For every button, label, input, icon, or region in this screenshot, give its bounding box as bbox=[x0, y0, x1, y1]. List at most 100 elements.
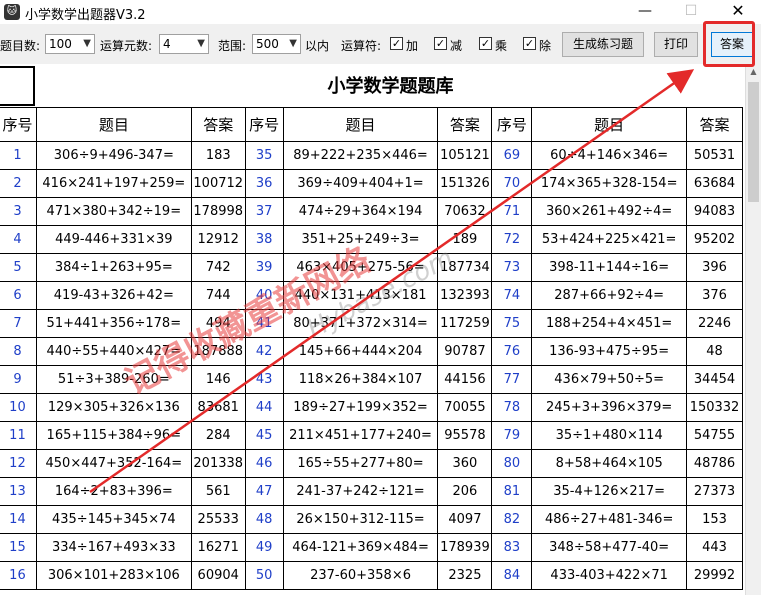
seq-cell[interactable]: 12 bbox=[0, 449, 37, 478]
answer-cell[interactable]: 27373 bbox=[686, 477, 743, 506]
seq-cell[interactable]: 15 bbox=[0, 533, 37, 562]
operands-select[interactable]: 4 ▼ bbox=[159, 34, 209, 54]
problem-cell[interactable]: 398-11+144÷16= bbox=[531, 253, 688, 282]
problem-cell[interactable]: 306×101+283×106 bbox=[35, 561, 192, 590]
seq-cell[interactable]: 76 bbox=[491, 337, 533, 366]
seq-cell[interactable]: 69 bbox=[491, 141, 533, 170]
answer-cell[interactable]: 60904 bbox=[190, 561, 246, 590]
problem-cell[interactable]: 287+66+92÷4= bbox=[531, 281, 688, 310]
answer-cell[interactable]: 494 bbox=[190, 309, 246, 338]
answer-cell[interactable]: 187734 bbox=[437, 253, 493, 282]
seq-cell[interactable]: 4 bbox=[0, 225, 37, 254]
answer-cell[interactable]: 29992 bbox=[686, 561, 743, 590]
seq-cell[interactable]: 73 bbox=[491, 253, 533, 282]
checkbox-subtract[interactable]: ✓ bbox=[434, 37, 447, 50]
answer-cell[interactable]: 2246 bbox=[686, 309, 743, 338]
seq-cell[interactable]: 8 bbox=[0, 337, 37, 366]
question-count-select[interactable]: 100 ▼ bbox=[45, 34, 95, 54]
seq-cell[interactable]: 3 bbox=[0, 197, 37, 226]
seq-cell[interactable]: 35 bbox=[244, 141, 284, 170]
answer-cell[interactable]: 25533 bbox=[190, 505, 246, 534]
seq-cell[interactable]: 47 bbox=[244, 477, 284, 506]
vertical-scrollbar[interactable]: ▲ bbox=[745, 64, 761, 595]
seq-cell[interactable]: 14 bbox=[0, 505, 37, 534]
seq-cell[interactable]: 42 bbox=[244, 337, 284, 366]
answer-cell[interactable]: 94083 bbox=[686, 197, 743, 226]
problem-cell[interactable]: 245+3+396×379= bbox=[531, 393, 688, 422]
seq-cell[interactable]: 43 bbox=[244, 365, 284, 394]
answer-cell[interactable]: 48 bbox=[686, 337, 743, 366]
answer-cell[interactable]: 183 bbox=[190, 141, 246, 170]
answer-cell[interactable]: 50531 bbox=[686, 141, 743, 170]
seq-cell[interactable]: 40 bbox=[244, 281, 284, 310]
seq-cell[interactable]: 6 bbox=[0, 281, 37, 310]
seq-cell[interactable]: 49 bbox=[244, 533, 284, 562]
answer-cell[interactable]: 12912 bbox=[190, 225, 246, 254]
seq-cell[interactable]: 70 bbox=[491, 169, 533, 198]
answer-cell[interactable]: 16271 bbox=[190, 533, 246, 562]
problem-cell[interactable]: 26×150+312-115= bbox=[282, 505, 439, 534]
answer-cell[interactable]: 63684 bbox=[686, 169, 743, 198]
answer-cell[interactable]: 561 bbox=[190, 477, 246, 506]
seq-cell[interactable]: 37 bbox=[244, 197, 284, 226]
answer-cell[interactable]: 44156 bbox=[437, 365, 493, 394]
answer-cell[interactable]: 443 bbox=[686, 533, 743, 562]
problem-cell[interactable]: 419-43+326+42= bbox=[35, 281, 192, 310]
problem-cell[interactable]: 211×451+177+240= bbox=[282, 421, 439, 450]
answer-cell[interactable]: 34454 bbox=[686, 365, 743, 394]
answer-cell[interactable]: 151326 bbox=[437, 169, 493, 198]
problem-cell[interactable]: 360×261+492÷4= bbox=[531, 197, 688, 226]
problem-cell[interactable]: 351+25+249÷3= bbox=[282, 225, 439, 254]
problem-cell[interactable]: 463×405+275-56= bbox=[282, 253, 439, 282]
seq-cell[interactable]: 45 bbox=[244, 421, 284, 450]
answer-cell[interactable]: 150332 bbox=[686, 393, 743, 422]
problem-cell[interactable]: 188+254+4×451= bbox=[531, 309, 688, 338]
seq-cell[interactable]: 80 bbox=[491, 449, 533, 478]
problem-cell[interactable]: 89+222+235×446= bbox=[282, 141, 439, 170]
problem-cell[interactable]: 136-93+475÷95= bbox=[531, 337, 688, 366]
answer-cell[interactable]: 742 bbox=[190, 253, 246, 282]
seq-cell[interactable]: 78 bbox=[491, 393, 533, 422]
answer-cell[interactable]: 360 bbox=[437, 449, 493, 478]
problem-cell[interactable]: 436×79+50÷5= bbox=[531, 365, 688, 394]
problem-cell[interactable]: 450×447+352-164= bbox=[35, 449, 192, 478]
seq-cell[interactable]: 44 bbox=[244, 393, 284, 422]
answer-cell[interactable]: 54755 bbox=[686, 421, 743, 450]
answer-cell[interactable]: 48786 bbox=[686, 449, 743, 478]
answer-cell[interactable]: 4097 bbox=[437, 505, 493, 534]
answer-cell[interactable]: 206 bbox=[437, 477, 493, 506]
answer-cell[interactable]: 117259 bbox=[437, 309, 493, 338]
seq-cell[interactable]: 11 bbox=[0, 421, 37, 450]
checkbox-multiply[interactable]: ✓ bbox=[479, 37, 492, 50]
problem-cell[interactable]: 464-121+369×484= bbox=[282, 533, 439, 562]
seq-cell[interactable]: 38 bbox=[244, 225, 284, 254]
seq-cell[interactable]: 41 bbox=[244, 309, 284, 338]
answer-cell[interactable]: 284 bbox=[190, 421, 246, 450]
seq-cell[interactable]: 1 bbox=[0, 141, 37, 170]
answer-cell[interactable]: 201338 bbox=[190, 449, 246, 478]
answer-cell[interactable]: 189 bbox=[437, 225, 493, 254]
seq-cell[interactable]: 50 bbox=[244, 561, 284, 590]
checkbox-divide[interactable]: ✓ bbox=[523, 37, 536, 50]
answer-cell[interactable]: 146 bbox=[190, 365, 246, 394]
seq-cell[interactable]: 48 bbox=[244, 505, 284, 534]
answer-cell[interactable]: 153 bbox=[686, 505, 743, 534]
seq-cell[interactable]: 2 bbox=[0, 169, 37, 198]
answer-cell[interactable]: 178939 bbox=[437, 533, 493, 562]
problem-cell[interactable]: 471×380+342÷19= bbox=[35, 197, 192, 226]
answer-cell[interactable]: 100712 bbox=[190, 169, 246, 198]
answer-cell[interactable]: 396 bbox=[686, 253, 743, 282]
answer-cell[interactable]: 83681 bbox=[190, 393, 246, 422]
seq-cell[interactable]: 71 bbox=[491, 197, 533, 226]
problem-cell[interactable]: 306÷9+496-347= bbox=[35, 141, 192, 170]
problem-cell[interactable]: 433-403+422×71 bbox=[531, 561, 688, 590]
problem-cell[interactable]: 8+58+464×105 bbox=[531, 449, 688, 478]
seq-cell[interactable]: 75 bbox=[491, 309, 533, 338]
problem-cell[interactable]: 440×131+413×181 bbox=[282, 281, 439, 310]
problem-cell[interactable]: 334÷167+493×33 bbox=[35, 533, 192, 562]
problem-cell[interactable]: 165+115+384÷96= bbox=[35, 421, 192, 450]
seq-cell[interactable]: 7 bbox=[0, 309, 37, 338]
range-select[interactable]: 500 ▼ bbox=[252, 34, 301, 54]
answer-cell[interactable]: 90787 bbox=[437, 337, 493, 366]
answer-cell[interactable]: 95202 bbox=[686, 225, 743, 254]
